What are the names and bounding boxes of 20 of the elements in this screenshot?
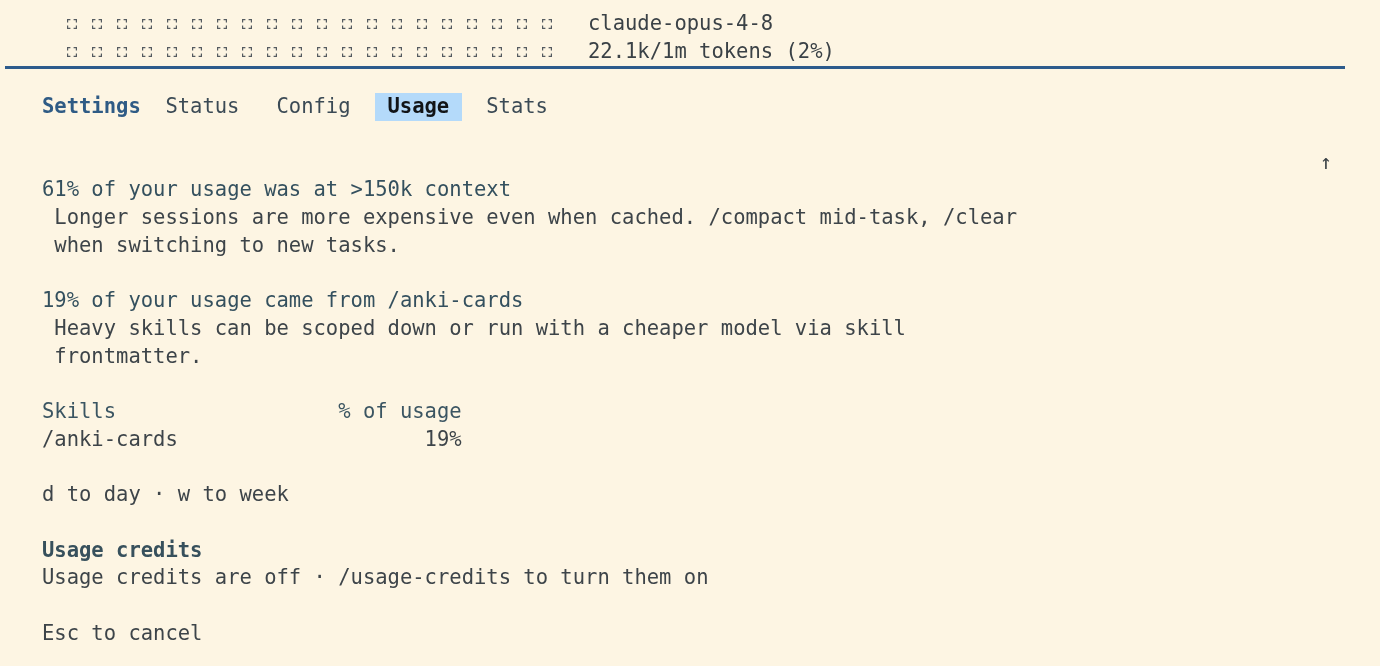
keyboard-hint: d to day · w to week [42,481,290,509]
model-name: claude-opus-4-8 [588,10,774,37]
insight-detail: Longer sessions are more expensive even when cached. /compact mid-task, /clear when switching to new tasks. [53,204,1018,259]
insight-detail: Heavy skills can be scoped down or run with a cheaper model via skill frontmatter. [53,314,907,370]
credits-status-text: Usage credits are off · /usage-credits to turn them on [42,564,710,592]
settings-title: Settings [42,93,141,121]
table-header: % of usage [338,398,462,426]
table-header: Skills [42,398,117,426]
table-cell-text: 19% [424,425,462,453]
settings-tab[interactable]: Stats [473,93,561,122]
settings-tab[interactable]: Config [264,93,363,122]
token-count: 22.1k/1m tokens (2%) [588,37,835,65]
table-cell-text: /anki-cards [42,425,178,453]
section-title: Usage credits [42,536,204,564]
scroll-up-indicator: ↑ [1319,148,1332,176]
settings-tab[interactable]: Status [153,93,252,122]
cancel-hint: Esc to cancel [42,619,204,647]
insight-headline: 61% of your usage was at >150k context [42,176,512,204]
settings-tab[interactable]: Usage [375,93,462,122]
insight-headline: 19% of your usage came from /anki-cards [42,287,525,315]
